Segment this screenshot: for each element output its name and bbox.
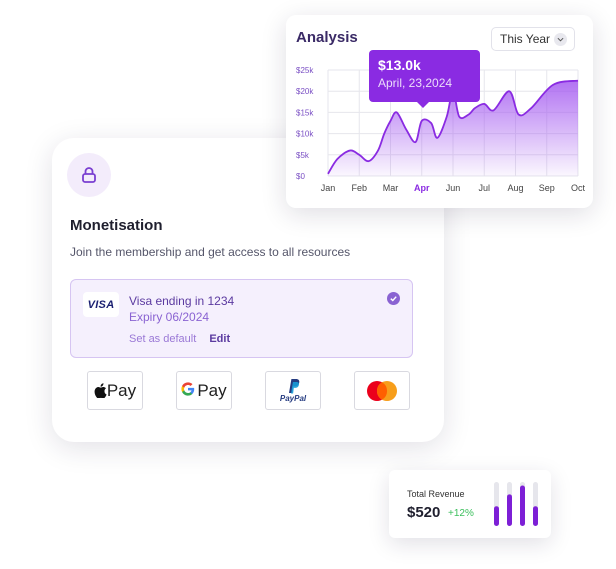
edit-link[interactable]: Edit xyxy=(209,333,230,345)
lock-icon xyxy=(67,153,111,197)
x-tick-label: Aug xyxy=(507,183,523,193)
revenue-value: $520 xyxy=(407,504,441,521)
apple-pay-button[interactable]: Pay xyxy=(87,371,143,410)
apple-icon xyxy=(94,383,107,398)
paypal-button[interactable]: PayPal xyxy=(265,371,321,410)
x-tick-label: Oct xyxy=(571,183,586,193)
paypal-label: PayPal xyxy=(279,394,307,403)
tooltip-value: $13.0k xyxy=(378,57,421,73)
tooltip-date: April, 23,2024 xyxy=(378,76,453,90)
revenue-bar-chart xyxy=(494,482,538,526)
y-tick-label: $20k xyxy=(296,87,314,96)
paypal-logo: PayPal xyxy=(280,378,306,403)
card-expiry-text: Expiry 06/2024 xyxy=(129,310,210,324)
card-ending-text: Visa ending in 1234 xyxy=(129,294,235,308)
analysis-card: Analysis This Year $0 $5k $10k $15k $20k $25k… xyxy=(286,15,593,208)
set-default-link[interactable]: Set as default xyxy=(129,333,196,345)
total-revenue-card: Total Revenue $520 +12% xyxy=(389,470,551,538)
card-actions: Set as default Edit xyxy=(129,333,230,345)
paypal-icon xyxy=(289,379,300,394)
revenue-bar xyxy=(533,506,538,526)
x-tick-label: Sep xyxy=(539,183,555,193)
monetisation-title: Monetisation xyxy=(70,217,163,234)
saved-card-option[interactable]: VISA Visa ending in 1234 Expiry 06/2024 … xyxy=(70,279,413,358)
y-tick-label: $25k xyxy=(296,66,314,75)
revenue-change-badge: +12% xyxy=(448,508,474,519)
google-g-icon xyxy=(181,381,195,401)
y-tick-label: $0 xyxy=(296,172,305,181)
revenue-label: Total Revenue xyxy=(407,489,465,499)
google-pay-label: Pay xyxy=(197,380,227,400)
x-tick-label: Jun xyxy=(446,183,461,193)
x-tick-label: Jul xyxy=(478,183,490,193)
x-tick-label: Feb xyxy=(351,183,367,193)
check-icon xyxy=(387,292,400,305)
y-tick-label: $15k xyxy=(296,108,314,117)
chart-tooltip: $13.0k April, 23,2024 xyxy=(369,50,480,108)
y-tick-label: $10k xyxy=(296,130,314,139)
y-tick-label: $5k xyxy=(296,151,310,160)
revenue-bar xyxy=(507,494,512,526)
x-tick-label: Mar xyxy=(383,183,399,193)
google-pay-button[interactable]: Pay xyxy=(176,371,232,410)
visa-logo: VISA xyxy=(83,292,119,317)
monetisation-subtitle: Join the membership and get access to al… xyxy=(70,245,351,259)
revenue-bar xyxy=(494,506,499,526)
revenue-area-chart: $0 $5k $10k $15k $20k $25k Jan Feb Mar Apr Jun Jul A… xyxy=(296,66,586,193)
revenue-bar xyxy=(520,485,525,526)
tooltip-pointer xyxy=(417,102,429,108)
mastercard-button[interactable] xyxy=(354,371,410,410)
x-tick-label: Jan xyxy=(321,183,336,193)
x-tick-label: Apr xyxy=(414,183,430,193)
apple-pay-label: Pay xyxy=(106,380,137,400)
mastercard-icon xyxy=(367,380,397,401)
